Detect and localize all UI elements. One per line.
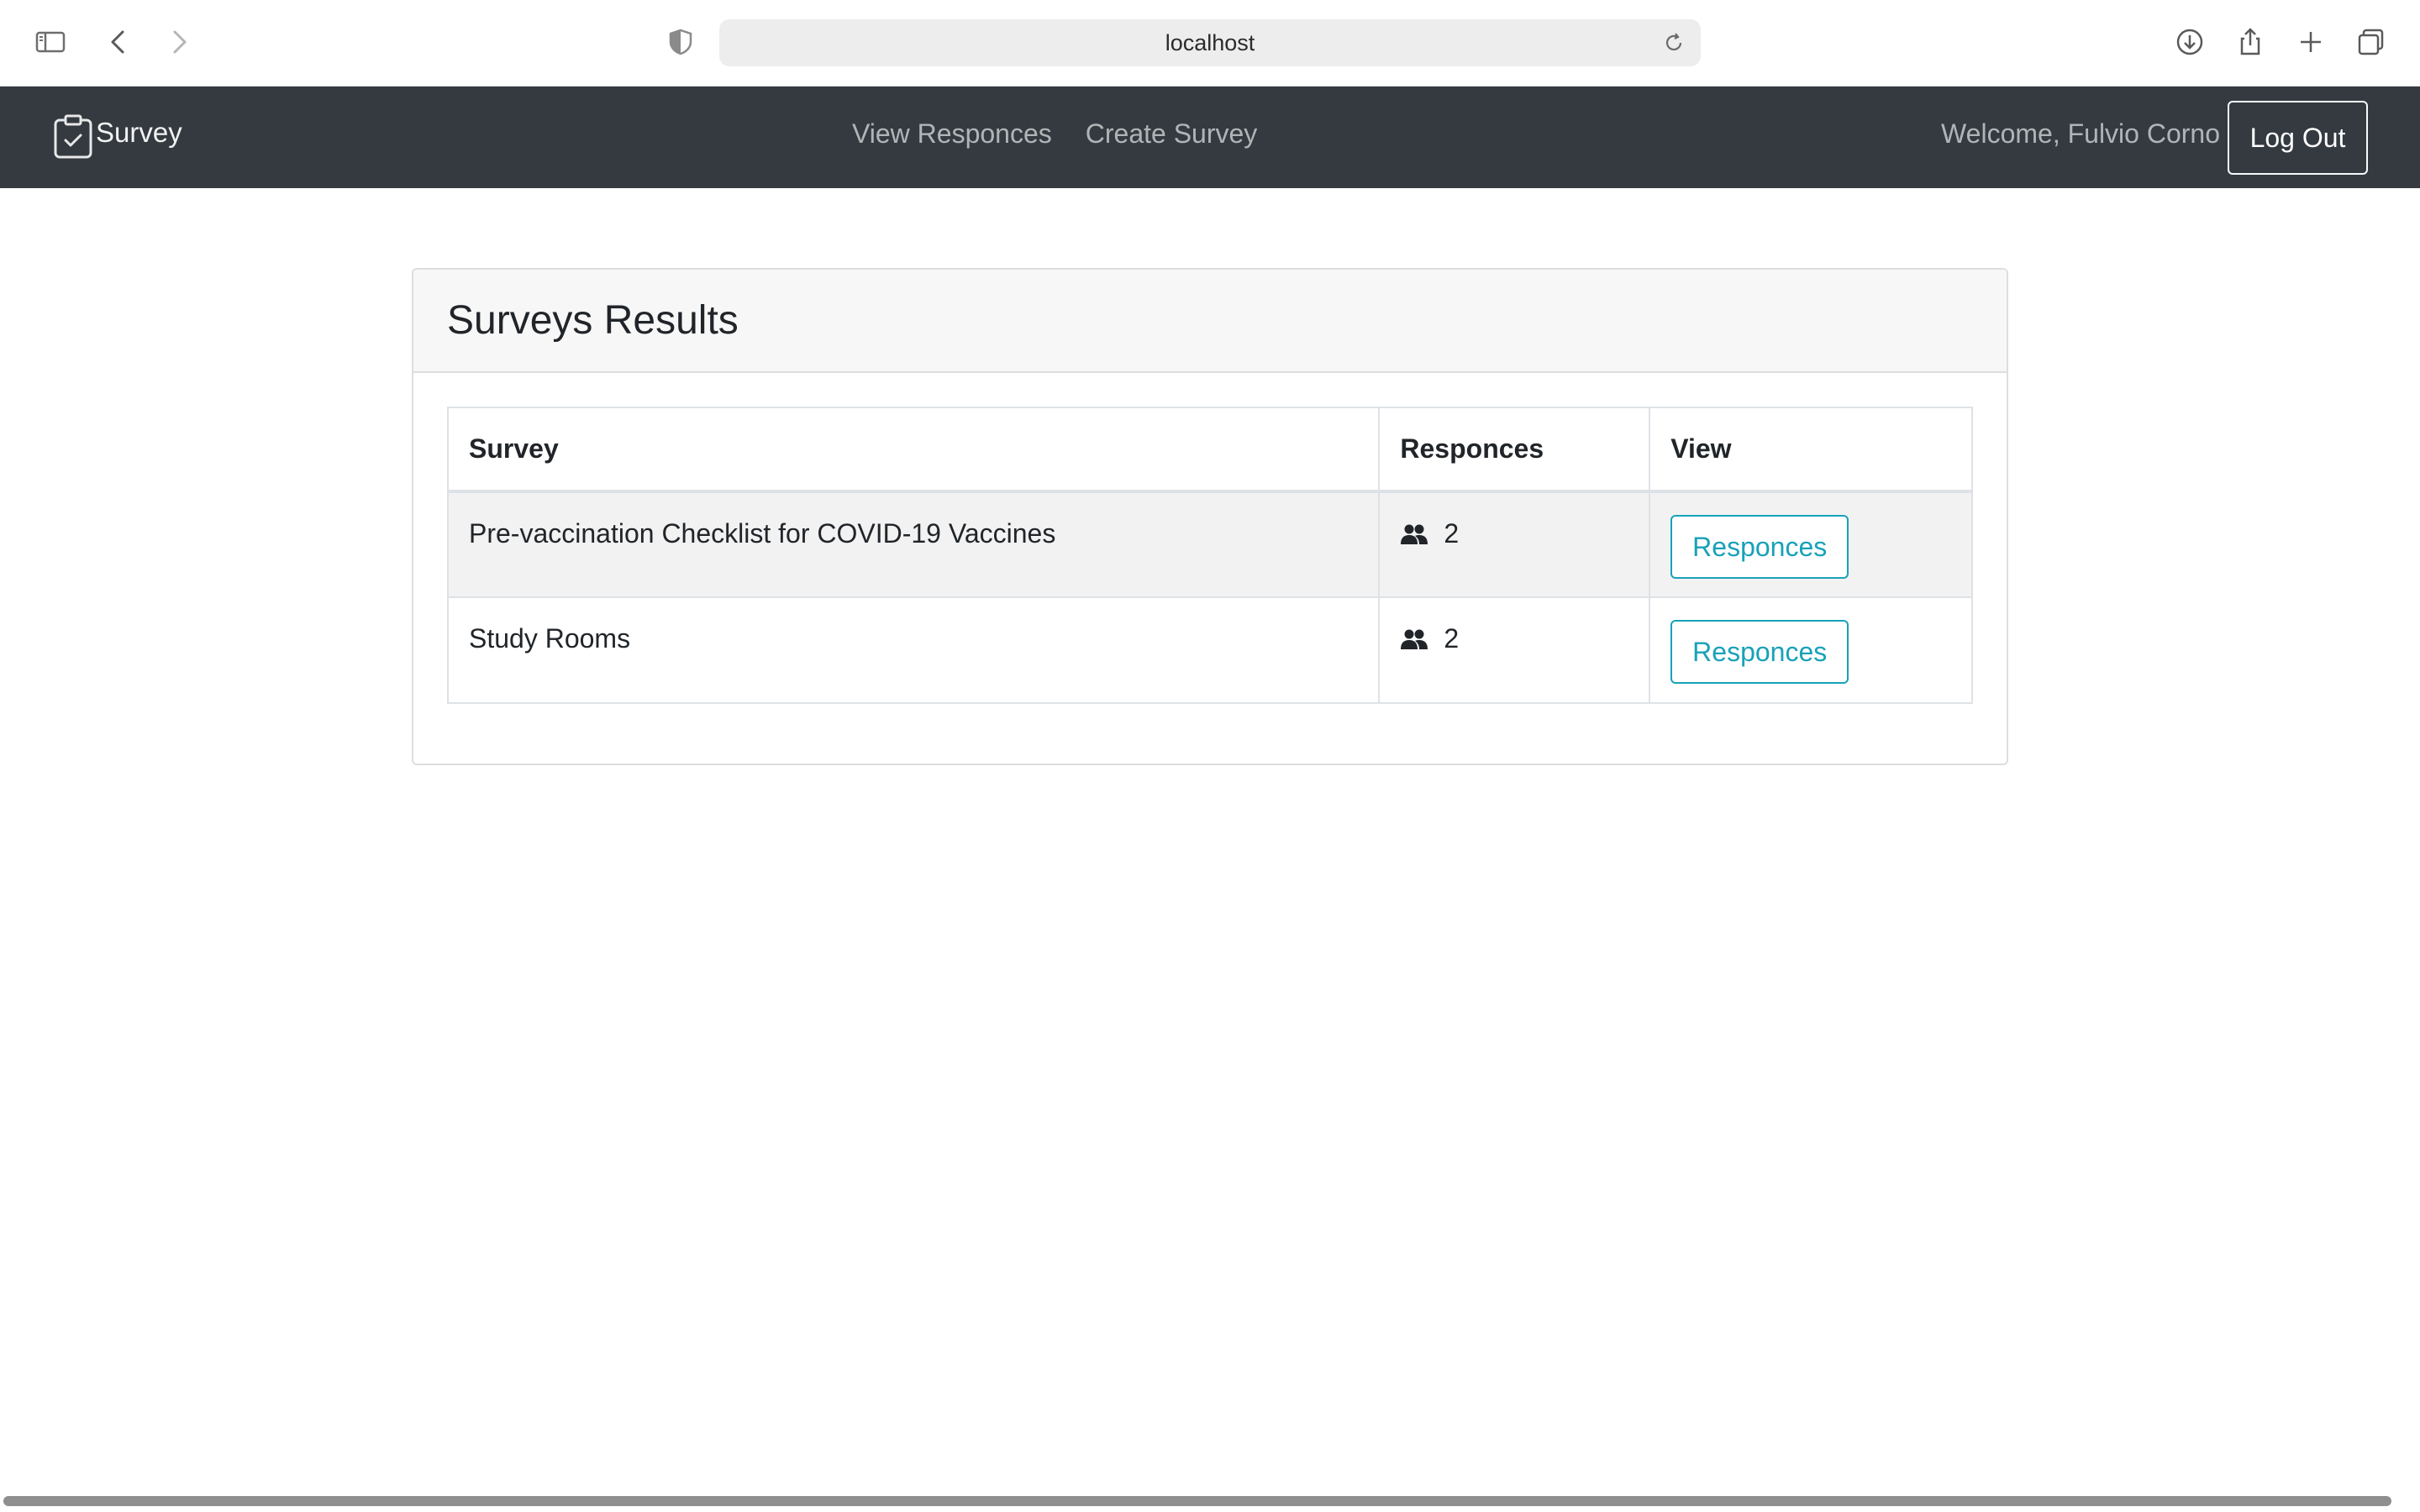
responses-cell: 2 <box>1378 491 1651 598</box>
clipboard-check-icon <box>52 113 94 165</box>
people-icon <box>1400 522 1428 546</box>
horizontal-scrollbar[interactable] <box>3 1496 2391 1506</box>
table-header-row: Survey Responces View <box>446 407 1973 493</box>
tabs-icon[interactable] <box>2348 18 2395 66</box>
view-cell: Responces <box>1649 491 1973 598</box>
header-responces: Responces <box>1378 407 1651 493</box>
table-row: Study Rooms 2 Responces <box>446 596 1973 704</box>
nav-create-survey[interactable]: Create Survey <box>1086 118 1258 150</box>
responses-cell: 2 <box>1378 596 1651 704</box>
welcome-text: Welcome, Fulvio Corno <box>1941 118 2220 149</box>
brand-name: Survey <box>96 117 182 148</box>
table-row: Pre-vaccination Checklist for COVID-19 V… <box>446 491 1973 598</box>
nav-view-responces[interactable]: View Responces <box>852 118 1052 150</box>
responses-count: 2 <box>1444 518 1460 549</box>
forward-icon[interactable] <box>155 18 202 66</box>
view-responces-button[interactable]: Responces <box>1670 515 1849 579</box>
reload-icon[interactable] <box>1659 28 1689 58</box>
back-icon[interactable] <box>96 18 143 66</box>
page-title: Surveys Results <box>447 298 739 343</box>
logout-button[interactable]: Log Out <box>2228 101 2368 175</box>
browser-toolbar: localhost <box>0 0 2420 87</box>
view-cell: Responces <box>1649 596 1973 704</box>
header-survey: Survey <box>446 407 1381 493</box>
shield-icon[interactable] <box>657 18 704 66</box>
survey-title: Study Rooms <box>446 596 1381 704</box>
survey-title: Pre-vaccination Checklist for COVID-19 V… <box>446 491 1381 598</box>
results-card: Surveys Results Survey Responces View Pr… <box>412 268 2008 765</box>
results-table: Survey Responces View Pre-vaccination Ch… <box>446 407 1973 704</box>
url-text: localhost <box>1165 29 1255 55</box>
card-header: Surveys Results <box>413 270 2007 373</box>
share-icon[interactable] <box>2227 18 2274 66</box>
download-icon[interactable] <box>2166 18 2213 66</box>
nav-links: View Responces Create Survey <box>852 118 1257 150</box>
url-bar[interactable]: localhost <box>719 19 1701 66</box>
app-navbar: Survey View Responces Create Survey Welc… <box>0 87 2420 188</box>
plus-icon[interactable] <box>2287 18 2334 66</box>
brand[interactable]: Survey <box>52 113 182 164</box>
card-body: Survey Responces View Pre-vaccination Ch… <box>413 373 2007 738</box>
responses-count: 2 <box>1444 623 1460 654</box>
sidebar-icon[interactable] <box>27 18 74 66</box>
view-responces-button[interactable]: Responces <box>1670 620 1849 684</box>
people-icon <box>1400 627 1428 651</box>
header-view: View <box>1649 407 1973 493</box>
